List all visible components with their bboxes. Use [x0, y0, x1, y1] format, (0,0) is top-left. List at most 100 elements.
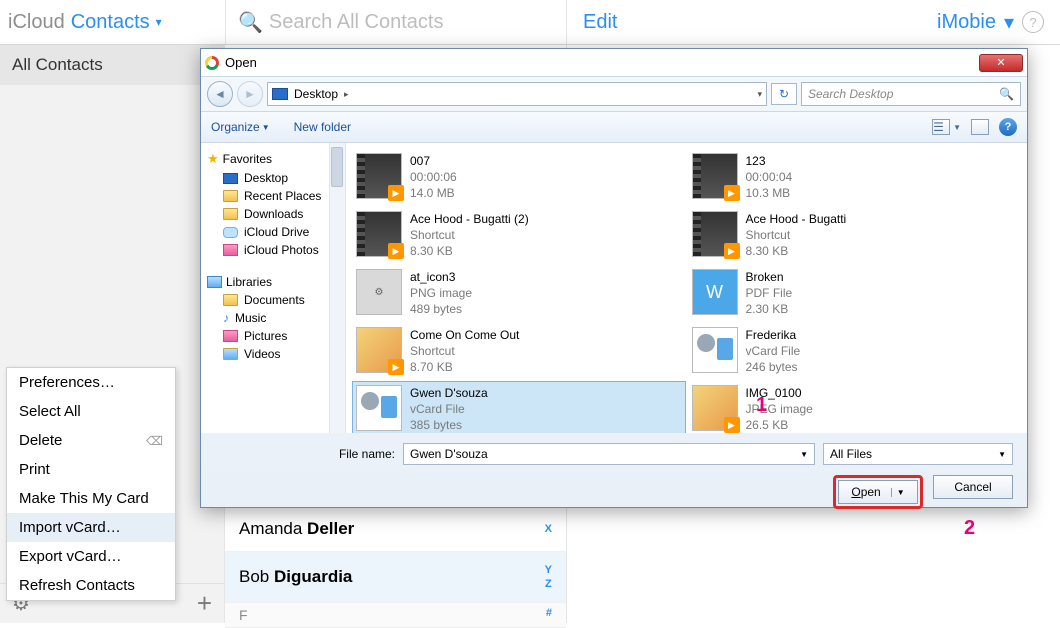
file-item[interactable]: ▶Come On Come OutShortcut8.70 KB — [352, 323, 686, 379]
tree-music[interactable]: ♪Music — [205, 309, 341, 327]
filename-input[interactable]: Gwen D'souza▼ — [403, 443, 815, 465]
search-desktop-input[interactable]: Search Desktop 🔍 — [801, 82, 1021, 106]
tree-videos[interactable]: Videos — [205, 345, 341, 363]
menu-delete[interactable]: Delete⌫ — [7, 426, 175, 455]
new-folder-button[interactable]: New folder — [294, 120, 351, 134]
filename-label: File name: — [215, 447, 395, 461]
contacts-dropdown[interactable]: Contacts — [71, 11, 150, 34]
annotation-marker-1: 1 — [756, 394, 767, 417]
tree-desktop[interactable]: Desktop — [205, 169, 341, 187]
index-letter[interactable]: # — [546, 607, 552, 623]
chevron-down-icon[interactable]: ▼ — [998, 450, 1006, 459]
help-icon[interactable]: ? — [999, 118, 1017, 136]
file-item[interactable]: ▶IMG_0100JPEG image26.5 KB — [688, 381, 1022, 433]
sidebar-item-all-contacts[interactable]: All Contacts — [0, 45, 224, 85]
add-icon[interactable]: + — [197, 588, 212, 619]
menu-select-all[interactable]: Select All — [7, 397, 175, 426]
tree-icloud-photos[interactable]: iCloud Photos — [205, 241, 341, 259]
sidebar: All Contacts ⚙ + Preferences… Select All… — [0, 45, 225, 623]
file-thumbnail: ▶ — [356, 327, 402, 373]
file-thumbnail: ▶ — [692, 153, 738, 199]
chevron-down-icon[interactable]: ▾ — [1004, 10, 1014, 35]
edit-button[interactable]: Edit — [583, 11, 617, 34]
file-thumbnail: ▶ — [356, 211, 402, 257]
tree-favorites[interactable]: ★Favorites — [205, 149, 341, 169]
star-icon: ★ — [207, 151, 219, 167]
menu-preferences[interactable]: Preferences… — [7, 368, 175, 397]
folder-icon — [223, 190, 238, 202]
index-letter[interactable]: Z — [545, 578, 552, 590]
chevron-right-icon: ▸ — [344, 89, 349, 100]
photos-icon — [223, 244, 238, 256]
file-thumbnail: ▶ — [692, 211, 738, 257]
file-thumbnail: ⚙ — [356, 269, 402, 315]
file-item[interactable]: Gwen D'souzavCard File385 bytes — [352, 381, 686, 433]
pictures-icon — [223, 330, 238, 342]
open-button[interactable]: Open▼ — [838, 480, 918, 504]
file-item[interactable]: ▶00700:00:0614.0 MB — [352, 149, 686, 205]
chevron-down-icon[interactable]: ▼ — [800, 450, 808, 459]
icloud-label: iCloud — [8, 11, 65, 34]
section-letter: F # — [225, 603, 566, 628]
scrollbar[interactable] — [329, 143, 345, 433]
file-thumbnail — [356, 385, 402, 431]
organize-menu[interactable]: Organize ▼ — [211, 120, 270, 134]
index-letter[interactable]: X — [545, 523, 552, 535]
close-icon[interactable]: ✕ — [979, 54, 1023, 72]
music-icon: ♪ — [223, 311, 229, 325]
search-icon: 🔍 — [999, 87, 1014, 101]
libraries-icon — [207, 276, 222, 288]
tree-documents[interactable]: Documents — [205, 291, 341, 309]
help-icon[interactable]: ? — [1022, 11, 1044, 33]
folder-icon — [223, 294, 238, 306]
menu-make-my-card[interactable]: Make This My Card — [7, 484, 175, 513]
breadcrumb[interactable]: Desktop ▸ ▾ — [267, 82, 767, 106]
file-thumbnail: W — [692, 269, 738, 315]
tree-libraries[interactable]: Libraries — [205, 273, 341, 291]
menu-export-vcard[interactable]: Export vCard… — [7, 542, 175, 571]
file-list: ▶00700:00:0614.0 MB▶12300:00:0410.3 MB▶A… — [346, 143, 1027, 433]
brand-dropdown[interactable]: iMobie — [937, 11, 996, 34]
tree-pictures[interactable]: Pictures — [205, 327, 341, 345]
preview-pane-button[interactable] — [971, 119, 989, 135]
desktop-icon — [223, 173, 238, 184]
refresh-button[interactable]: ↻ — [771, 83, 797, 105]
view-options-button[interactable]: ☰▼ — [932, 119, 961, 135]
search-contacts-input[interactable]: 🔍 Search All Contacts — [225, 0, 567, 44]
back-button[interactable]: ◄ — [207, 81, 233, 107]
search-placeholder: Search All Contacts — [269, 11, 444, 34]
chevron-down-icon[interactable]: ▼ — [891, 488, 905, 497]
tree-downloads[interactable]: Downloads — [205, 205, 341, 223]
cancel-button[interactable]: Cancel — [933, 475, 1013, 499]
tree-recent[interactable]: Recent Places — [205, 187, 341, 205]
file-item[interactable]: ▶12300:00:0410.3 MB — [688, 149, 1022, 205]
file-item[interactable]: ▶Ace Hood - BugattiShortcut8.30 KB — [688, 207, 1022, 263]
annotation-marker-2: 2 — [964, 517, 975, 540]
index-letter[interactable]: Y — [545, 564, 552, 576]
file-item[interactable]: ▶Ace Hood - Bugatti (2)Shortcut8.30 KB — [352, 207, 686, 263]
desktop-icon — [272, 88, 288, 100]
menu-import-vcard[interactable]: Import vCard… — [7, 513, 175, 542]
contact-row[interactable]: Bob Diguardia Y Z — [225, 552, 566, 603]
chevron-down-icon[interactable]: ▾ — [156, 15, 162, 29]
chevron-down-icon[interactable]: ▾ — [757, 89, 762, 100]
file-thumbnail — [692, 327, 738, 373]
open-file-dialog: Open ✕ ◄ ► Desktop ▸ ▾ ↻ Search Desktop … — [200, 48, 1028, 508]
menu-print[interactable]: Print — [7, 455, 175, 484]
filetype-select[interactable]: All Files▼ — [823, 443, 1013, 465]
dialog-title: Open — [225, 55, 257, 70]
file-item[interactable]: WBrokenPDF File2.30 KB — [688, 265, 1022, 321]
folder-tree: ★Favorites Desktop Recent Places Downloa… — [201, 143, 346, 433]
search-icon: 🔍 — [238, 10, 263, 35]
file-thumbnail: ▶ — [692, 385, 738, 431]
forward-button[interactable]: ► — [237, 81, 263, 107]
app-title: iCloud Contacts ▾ — [0, 0, 225, 44]
videos-icon — [223, 348, 238, 360]
tree-icloud-drive[interactable]: iCloud Drive — [205, 223, 341, 241]
cloud-icon — [223, 227, 238, 238]
menu-refresh-contacts[interactable]: Refresh Contacts — [7, 571, 175, 600]
file-item[interactable]: FrederikavCard File246 bytes — [688, 323, 1022, 379]
file-thumbnail: ▶ — [356, 153, 402, 199]
file-item[interactable]: ⚙at_icon3PNG image489 bytes — [352, 265, 686, 321]
backspace-icon: ⌫ — [146, 434, 163, 448]
